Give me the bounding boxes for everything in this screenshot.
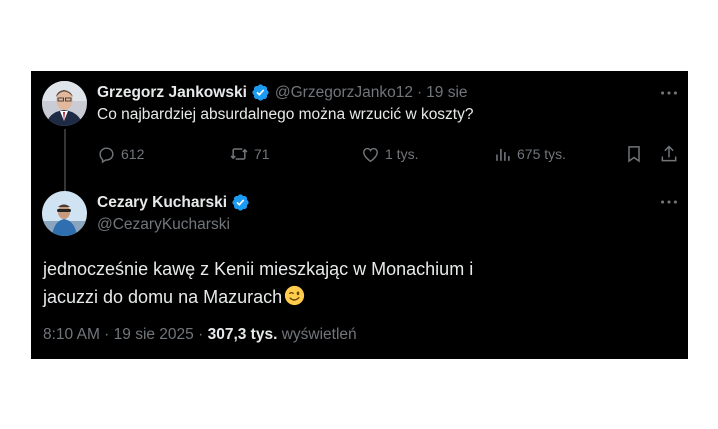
- retweet-icon: [230, 148, 248, 160]
- more-icon[interactable]: [658, 191, 680, 213]
- avatar-cezary[interactable]: [42, 191, 87, 236]
- thread-connector-line: [64, 129, 66, 191]
- like-count: 1 tys.: [385, 146, 419, 162]
- retweet-count: 71: [254, 146, 270, 162]
- reply-header: Cezary Kucharski: [97, 193, 250, 212]
- quoted-header: Grzegorz Jankowski @GrzegorzJanko12 · 19…: [97, 83, 468, 102]
- views-count: 307,3 tys.: [207, 326, 278, 343]
- tweet-date[interactable]: 19 sie: [426, 84, 467, 102]
- views-label: wyświetleń: [281, 326, 357, 343]
- author-name[interactable]: Grzegorz Jankowski: [97, 84, 247, 102]
- views-icon: [496, 148, 510, 161]
- more-icon[interactable]: [658, 82, 680, 104]
- verified-badge-icon: [252, 84, 269, 101]
- reply-icon: [99, 146, 114, 163]
- views-count: 675 tys.: [517, 146, 567, 162]
- tweet-text-line: jacuzzi do domu na Mazurach: [43, 287, 283, 307]
- like-icon: [363, 147, 378, 162]
- author-handle[interactable]: @CezaryKucharski: [97, 216, 230, 234]
- winking-face-icon: [285, 285, 305, 306]
- tweet-text-line-2: jacuzzi do domu na Mazurach: [43, 283, 473, 311]
- tweet-card: Grzegorz Jankowski @GrzegorzJanko12 · 19…: [31, 71, 688, 359]
- author-name[interactable]: Cezary Kucharski: [97, 194, 227, 212]
- avatar-grzegorz[interactable]: [42, 81, 87, 126]
- tweet-meta: 8:10 AM · 19 sie 2025 · 307,3 tys. wyświ…: [43, 326, 357, 344]
- share-icon[interactable]: [659, 144, 679, 164]
- reply-button[interactable]: 612: [97, 144, 144, 164]
- retweet-button[interactable]: 71: [229, 144, 270, 164]
- quoted-tweet-text: Co najbardziej absurdalnego można wrzuci…: [97, 106, 474, 123]
- reply-count: 612: [121, 146, 145, 162]
- author-handle[interactable]: @GrzegorzJanko12: [275, 84, 413, 102]
- like-button[interactable]: 1 tys.: [361, 144, 418, 164]
- separator-dot: ·: [416, 83, 423, 101]
- bookmark-icon[interactable]: [624, 144, 644, 164]
- reply-tweet-text: jednocześnie kawę z Kenii mieszkając w M…: [43, 255, 473, 311]
- views-button[interactable]: 675 tys.: [493, 144, 566, 164]
- verified-badge-icon: [232, 194, 249, 211]
- timestamp[interactable]: 8:10 AM · 19 sie 2025 ·: [43, 326, 203, 343]
- tweet-text-line: jednocześnie kawę z Kenii mieszkając w M…: [43, 259, 474, 279]
